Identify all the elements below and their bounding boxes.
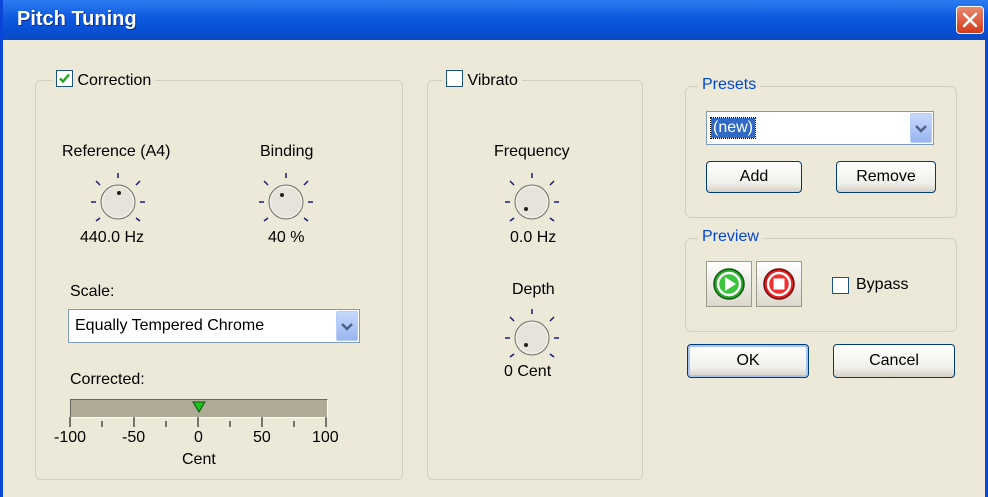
preview-group: Preview Bypass [685,228,957,332]
checkmark-icon [59,73,70,84]
stop-icon [763,268,795,300]
remove-preset-button[interactable]: Remove [836,161,936,193]
play-button[interactable] [706,261,752,307]
reference-label: Reference (A4) [62,143,171,160]
ok-button[interactable]: OK [687,344,809,378]
presets-group: Presets (new) Add Remove [685,76,957,218]
correction-checkbox[interactable] [56,70,73,87]
window-title: Pitch Tuning [17,8,137,30]
depth-value: 0 Cent [504,363,552,380]
scale-select[interactable]: Equally Tempered Chrome [68,309,360,343]
bypass-label: Bypass [856,276,909,293]
tick-label-100: 100 [312,429,339,446]
binding-knob[interactable] [256,171,316,231]
scale-dropdown-button[interactable] [336,311,358,341]
vibrato-legend: Vibrato [442,70,522,90]
tick-label-minus-50: -50 [122,429,146,446]
correction-group: Correction Reference (A4) 440.0 Hz Bindi… [35,70,403,480]
corrected-unit: Cent [182,451,216,468]
depth-label: Depth [512,281,555,298]
tick-label-minus-100: -100 [54,429,87,446]
binding-value: 40 % [268,229,305,246]
presets-dropdown-button[interactable] [910,113,932,143]
add-preset-button[interactable]: Add [706,161,802,193]
vibrato-checkbox[interactable] [446,70,463,87]
presets-select[interactable]: (new) [706,111,934,145]
tick-label-0: 0 [194,429,203,446]
presets-select-value: (new) [709,117,757,139]
bypass-checkbox[interactable] [832,277,849,294]
play-icon [713,268,745,300]
vibrato-label: Vibrato [467,72,518,89]
corrected-label: Corrected: [70,371,145,388]
preview-legend: Preview [698,228,763,246]
chevron-down-icon [341,323,353,331]
depth-knob[interactable] [502,307,562,367]
reference-value: 440.0 Hz [80,229,145,246]
close-icon [962,12,978,28]
binding-label: Binding [260,143,314,160]
close-button[interactable] [956,6,984,34]
frequency-label: Frequency [494,143,570,160]
chevron-down-icon [915,125,927,133]
corrected-marker-icon [192,401,206,413]
reference-knob[interactable] [88,171,148,231]
tick-label-50: 50 [253,429,271,446]
ok-label: OK [736,352,760,369]
frequency-value: 0.0 Hz [510,229,557,246]
title-bar[interactable]: Pitch Tuning [3,0,988,40]
presets-legend: Presets [698,76,761,94]
cancel-button[interactable]: Cancel [833,344,955,378]
correction-label: Correction [77,72,152,89]
cancel-label: Cancel [869,352,919,369]
correction-legend: Correction [52,70,156,90]
scale-select-value: Equally Tempered Chrome [75,317,265,334]
add-preset-label: Add [739,168,769,185]
frequency-knob[interactable] [502,171,562,231]
pitch-tuning-dialog: Pitch Tuning Correction Reference (A4) 4… [0,0,988,497]
scale-label: Scale: [70,283,115,300]
stop-button[interactable] [756,261,802,307]
vibrato-group: Vibrato Frequency 0.0 Hz Depth 0 Cent [427,70,643,480]
remove-preset-label: Remove [856,168,916,185]
